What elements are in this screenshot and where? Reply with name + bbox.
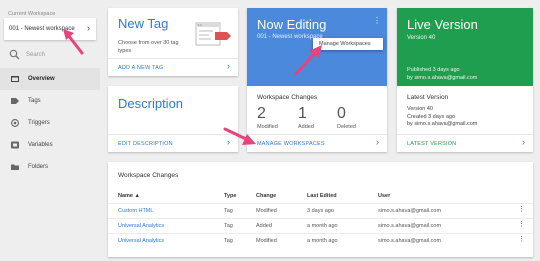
stat-value: 1 <box>298 105 307 122</box>
row-name[interactable]: Universal Analytics <box>118 238 164 244</box>
edit-description-link[interactable]: EDIT DESCRIPTION <box>118 141 173 147</box>
stat-deleted: 0 Deleted <box>337 105 377 131</box>
current-workspace-label: Current Workspace <box>8 11 56 17</box>
column-header-type: Type <box>224 193 237 199</box>
new-tag-description: Choose from over 30 tag types <box>118 40 179 54</box>
tag-illustration-icon <box>195 22 231 46</box>
live-version-title: Live Version <box>407 17 478 32</box>
row-change: Modified <box>256 238 277 244</box>
variables-icon <box>11 141 19 149</box>
chevron-right-icon: › <box>376 137 379 147</box>
row-user: simo.s.ahava@gmail.com <box>378 223 442 229</box>
sidebar-item-variables[interactable]: Variables <box>0 134 100 156</box>
latest-version-title: Latest Version <box>407 94 449 101</box>
more-vert-icon[interactable]: ⋮ <box>518 235 525 243</box>
latest-version-info: Version 40 Created 3 days ago by simo.s.… <box>407 106 477 129</box>
live-version-number: Version 40 <box>407 35 436 41</box>
column-header-name[interactable]: Name ▲ <box>118 193 140 199</box>
latest-version-created: Created 3 days ago <box>407 113 456 120</box>
stat-modified: 2 Modified <box>257 105 297 131</box>
sidebar-nav: Overview Tags Triggers Variables Folders <box>0 68 100 178</box>
description-card: Description EDIT DESCRIPTION › <box>108 86 238 152</box>
sidebar-item-tags[interactable]: Tags <box>0 90 100 112</box>
row-edited: a month ago <box>307 223 338 229</box>
now-editing-footer[interactable]: MANAGE WORKSPACES › <box>247 134 387 152</box>
search-icon <box>9 49 20 60</box>
workspace-changes-title: Workspace Changes <box>257 94 318 101</box>
sidebar-item-overview[interactable]: Overview <box>0 68 100 90</box>
row-type: Tag <box>224 208 233 214</box>
table-row[interactable]: Universal Analytics Tag Added a month ag… <box>108 218 533 232</box>
row-type: Tag <box>224 223 233 229</box>
latest-version-link[interactable]: LATEST VERSION <box>407 141 456 147</box>
live-version-header: Live Version Version 40 Published 3 days… <box>397 8 533 86</box>
table-row[interactable]: Custom HTML Tag Modified 3 days ago simo… <box>108 203 533 217</box>
manage-workspaces-link[interactable]: MANAGE WORKSPACES <box>257 141 325 147</box>
overview-icon <box>11 76 19 82</box>
new-tag-footer[interactable]: ADD A NEW TAG › <box>108 58 238 76</box>
stat-label: Deleted <box>337 124 356 130</box>
sidebar-item-label: Triggers <box>28 120 50 126</box>
live-version-published: Published 3 days ago by simo.s.ahava@gma… <box>407 67 477 82</box>
row-user: simo.s.ahava@gmail.com <box>378 208 442 214</box>
sidebar-item-label: Folders <box>28 164 49 170</box>
annotation-arrow-manage <box>223 127 256 145</box>
stat-label: Added <box>298 124 314 130</box>
add-new-tag-link[interactable]: ADD A NEW TAG <box>118 65 164 71</box>
stat-label: Modified <box>257 124 278 130</box>
stat-added: 1 Added <box>298 105 338 131</box>
published-by: by simo.s.ahava@gmail.com <box>407 74 478 81</box>
trigger-icon <box>11 119 19 127</box>
row-name[interactable]: Custom HTML <box>118 208 153 214</box>
stat-value: 0 <box>337 105 346 122</box>
chevron-right-icon: › <box>522 137 525 147</box>
row-change: Modified <box>256 208 277 214</box>
workspace-changes-table-card: Workspace Changes Name ▲ Type Change Las… <box>108 162 533 257</box>
search-placeholder: Search <box>26 52 46 58</box>
column-header-user: User <box>378 193 391 199</box>
live-version-footer[interactable]: LATEST VERSION › <box>397 134 533 152</box>
sidebar-item-label: Overview <box>28 76 55 82</box>
table-row[interactable]: Universal Analytics Tag Modified a month… <box>108 233 533 247</box>
row-name[interactable]: Universal Analytics <box>118 223 164 229</box>
sidebar-item-triggers[interactable]: Triggers <box>0 112 100 134</box>
row-type: Tag <box>224 238 233 244</box>
sidebar-item-label: Tags <box>28 98 41 104</box>
latest-version-number: Version 40 <box>407 106 433 112</box>
annotation-arrow-menu <box>294 45 322 76</box>
more-vert-icon[interactable]: ⋮ <box>518 220 525 228</box>
sidebar-item-folders[interactable]: Folders <box>0 156 100 178</box>
column-header-last-edited: Last Edited <box>307 193 337 199</box>
new-tag-card[interactable]: New Tag Choose from over 30 tag types AD… <box>108 8 238 76</box>
row-change: Added <box>256 223 272 229</box>
published-date: Published 3 days ago <box>407 67 460 73</box>
live-version-card: Live Version Version 40 Published 3 days… <box>397 8 533 152</box>
now-editing-title: Now Editing <box>257 17 327 32</box>
row-edited: a month ago <box>307 238 338 244</box>
chevron-right-icon: › <box>87 23 90 33</box>
description-footer[interactable]: EDIT DESCRIPTION › <box>108 134 238 152</box>
more-vert-icon[interactable]: ⋮ <box>518 205 525 213</box>
folder-icon <box>11 164 19 170</box>
stat-value: 2 <box>257 105 266 122</box>
table-title: Workspace Changes <box>118 172 179 179</box>
annotation-arrow-workspace <box>63 29 84 55</box>
column-header-change: Change <box>256 193 277 199</box>
more-vert-icon[interactable]: ⋮ <box>373 16 381 25</box>
description-title: Description <box>118 96 184 111</box>
row-edited: 3 days ago <box>307 208 334 214</box>
chevron-right-icon: › <box>227 61 230 71</box>
sidebar-item-label: Variables <box>28 142 53 148</box>
tag-icon <box>11 98 19 104</box>
latest-version-by: by simo.s.ahava@gmail.com <box>407 121 478 127</box>
row-user: simo.s.ahava@gmail.com <box>378 238 442 244</box>
now-editing-card: Now Editing 001 - Newest workspace ⋮ Man… <box>247 8 387 152</box>
new-tag-title: New Tag <box>118 16 169 31</box>
manage-workspaces-menu-item[interactable]: Manage Workspaces <box>319 41 371 47</box>
